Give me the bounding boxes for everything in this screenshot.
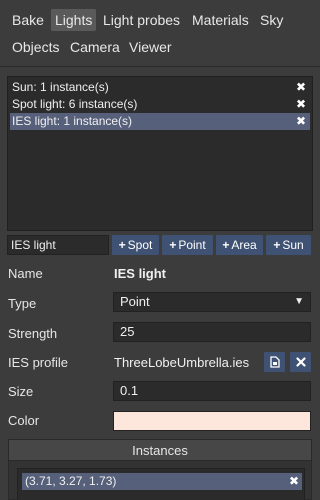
- instance-item[interactable]: (3.71, 3.27, 1.73) ✖: [22, 473, 302, 490]
- light-item-label: Spot light: 6 instance(s): [12, 97, 138, 111]
- tab-objects[interactable]: Objects: [8, 36, 63, 58]
- light-item-label: IES light: 1 instance(s): [12, 114, 133, 128]
- instance-item-label: (3.71, 3.27, 1.73): [25, 474, 117, 488]
- add-point-label: Point: [178, 238, 206, 252]
- name-value: IES light: [114, 266, 166, 281]
- instance-list[interactable]: (3.71, 3.27, 1.73) ✖: [17, 468, 305, 500]
- light-list-item-sun[interactable]: Sun: 1 instance(s) ✖: [10, 79, 310, 96]
- tab-sky[interactable]: Sky: [256, 9, 287, 31]
- remove-icon[interactable]: ✖: [295, 96, 307, 113]
- plus-icon: +: [222, 238, 230, 252]
- tab-materials[interactable]: Materials: [188, 9, 253, 31]
- tab-viewer[interactable]: Viewer: [125, 36, 176, 58]
- type-selected-value: Point: [120, 294, 150, 309]
- plus-icon: +: [169, 238, 177, 252]
- light-item-label: Sun: 1 instance(s): [12, 80, 109, 94]
- plus-icon: +: [118, 238, 126, 252]
- add-area-button[interactable]: + Area: [216, 235, 263, 255]
- remove-icon[interactable]: ✖: [295, 79, 307, 96]
- add-area-label: Area: [231, 238, 257, 252]
- remove-icon[interactable]: ✖: [295, 113, 307, 130]
- tab-light-probes[interactable]: Light probes: [99, 9, 184, 31]
- chevron-down-icon: ▼: [294, 296, 304, 307]
- tab-bar: Bake Lights Light probes Materials Sky O…: [0, 0, 320, 66]
- tab-lights[interactable]: Lights: [51, 9, 97, 31]
- open-file-icon: [269, 356, 280, 368]
- light-list-item-spot[interactable]: Spot light: 6 instance(s) ✖: [10, 96, 310, 113]
- new-light-name-input[interactable]: IES light: [7, 235, 109, 255]
- type-label: Type: [8, 296, 37, 311]
- type-select[interactable]: Point ▼: [113, 292, 311, 312]
- clear-ies-button[interactable]: [290, 352, 311, 372]
- open-file-button[interactable]: [264, 352, 285, 372]
- strength-label: Strength: [8, 326, 58, 341]
- tab-divider: [0, 66, 320, 67]
- ies-profile-value: ThreeLobeUmbrella.ies: [114, 355, 250, 370]
- clear-icon: [295, 357, 306, 367]
- add-point-button[interactable]: + Point: [162, 235, 213, 255]
- remove-icon[interactable]: ✖: [289, 473, 299, 490]
- size-field[interactable]: 0.1: [113, 381, 311, 401]
- plus-icon: +: [273, 238, 281, 252]
- light-list-item-ies[interactable]: IES light: 1 instance(s) ✖: [10, 113, 310, 130]
- add-sun-label: Sun: [282, 238, 304, 252]
- ies-profile-label: IES profile: [8, 355, 68, 370]
- name-label: Name: [8, 266, 43, 281]
- tab-camera[interactable]: Camera: [66, 36, 124, 58]
- add-sun-button[interactable]: + Sun: [266, 235, 311, 255]
- color-label: Color: [8, 413, 40, 428]
- color-swatch[interactable]: [113, 411, 311, 431]
- size-label: Size: [8, 384, 34, 399]
- add-spot-label: Spot: [127, 238, 153, 252]
- instances-panel: Instances (3.71, 3.27, 1.73) ✖: [8, 439, 312, 500]
- add-spot-button[interactable]: + Spot: [112, 235, 159, 255]
- light-list[interactable]: Sun: 1 instance(s) ✖ Spot light: 6 insta…: [7, 76, 313, 231]
- strength-field[interactable]: 25: [113, 322, 311, 342]
- instances-header: Instances: [9, 440, 311, 461]
- tab-bake[interactable]: Bake: [8, 9, 48, 31]
